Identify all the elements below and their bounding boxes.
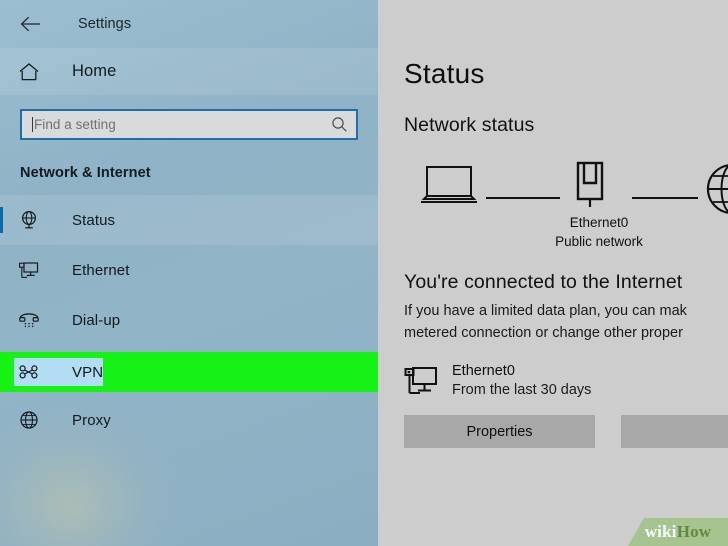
laptop-icon <box>418 163 480 216</box>
sidebar-item-label: Proxy <box>72 411 111 429</box>
settings-content: Status Network status Ethernet0 Public n… <box>378 0 728 546</box>
sidebar-item-vpn[interactable]: VPN <box>14 358 104 386</box>
settings-window: Settings Home Find a setting Network & I… <box>0 0 728 546</box>
sidebar-item-home[interactable]: Home <box>0 48 378 95</box>
connection-line-right <box>632 197 698 199</box>
page-title: Status <box>404 58 485 89</box>
home-icon <box>18 62 42 82</box>
sidebar-item-dial-up[interactable]: Dial-up <box>0 295 378 345</box>
globe-icon <box>706 161 728 222</box>
globe-icon <box>18 409 42 431</box>
sidebar-item-ethernet[interactable]: Ethernet <box>0 245 378 295</box>
network-status-heading: Network status <box>404 114 535 136</box>
connection-heading: You're connected to the Internet <box>404 271 683 293</box>
adapter-name: Ethernet0 <box>452 363 515 380</box>
connection-description: If you have a limited data plan, you can… <box>404 300 728 344</box>
search-container: Find a setting <box>0 95 378 140</box>
diagram-caption: Ethernet0 Public network <box>514 213 684 251</box>
title-bar: Settings <box>0 0 378 48</box>
network-diagram: Ethernet0 Public network <box>404 155 728 255</box>
globe-stand-icon <box>18 209 42 231</box>
sidebar-item-status[interactable]: Status <box>0 195 378 245</box>
connection-description-line1: If you have a limited data plan, you can… <box>404 303 687 319</box>
properties-button[interactable]: Properties <box>404 415 595 449</box>
sidebar-item-label: Ethernet <box>72 261 130 279</box>
ethernet-device-icon <box>404 366 438 401</box>
sidebar-item-label: Dial-up <box>72 311 121 329</box>
back-button[interactable] <box>14 9 48 39</box>
search-placeholder: Find a setting <box>34 117 116 132</box>
back-arrow-icon <box>20 16 40 32</box>
secondary-button[interactable] <box>620 415 728 449</box>
watermark-how: How <box>676 522 712 541</box>
connection-line-left <box>486 197 560 199</box>
home-label: Home <box>72 62 117 80</box>
wikihow-watermark: wikiHow <box>628 518 728 546</box>
adapter-info-row: Ethernet0 From the last 30 days <box>404 362 728 401</box>
adapter-subtitle: From the last 30 days <box>452 382 592 399</box>
vpn-highlight-wrapper: VPN <box>0 345 378 395</box>
action-buttons: Properties <box>404 415 728 449</box>
sidebar-item-proxy[interactable]: Proxy <box>0 395 378 445</box>
ethernet-icon <box>18 259 42 281</box>
search-input[interactable]: Find a setting <box>20 109 358 140</box>
network-adapter-icon <box>570 157 610 214</box>
settings-sidebar: Settings Home Find a setting Network & I… <box>0 0 378 546</box>
telephone-icon <box>18 309 42 331</box>
connection-description-line2: metered connection or change other prope… <box>404 325 683 342</box>
adapter-text: Ethernet0 From the last 30 days <box>452 362 591 398</box>
text-caret <box>32 117 33 132</box>
diagram-adapter-name: Ethernet0 <box>569 215 629 230</box>
sidebar-item-label: Status <box>72 211 116 229</box>
vpn-link-icon <box>18 362 42 382</box>
window-title: Settings <box>78 16 132 32</box>
diagram-network-type: Public network <box>555 234 643 250</box>
sidebar-item-label: VPN <box>72 363 104 381</box>
sidebar-nav: Status Ethernet Dial-up VPN Proxy <box>0 195 378 445</box>
search-icon[interactable] <box>331 116 348 133</box>
sidebar-section-title: Network & Internet <box>20 165 151 181</box>
watermark-wiki: wiki <box>644 522 677 541</box>
